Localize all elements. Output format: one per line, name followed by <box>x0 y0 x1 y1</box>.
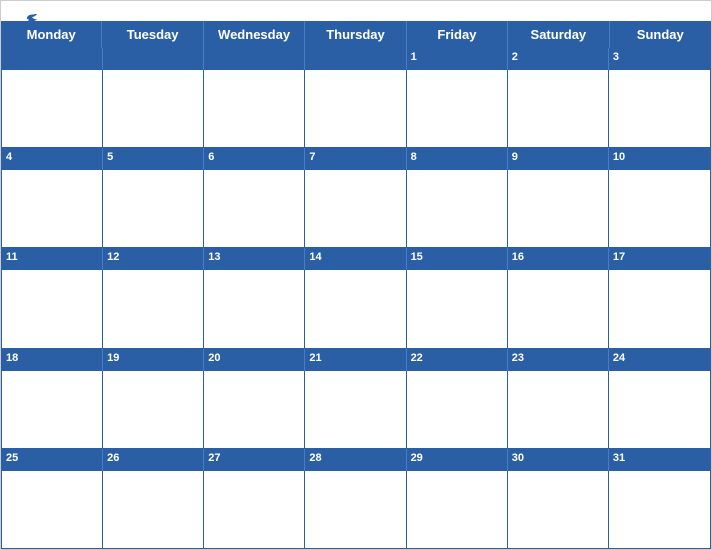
week-day-num: 12 <box>103 248 204 270</box>
calendar-cell <box>204 170 305 247</box>
week-day-num <box>103 48 204 70</box>
calendar-cell <box>2 170 103 247</box>
week-day-num: 29 <box>407 449 508 471</box>
calendar-cell <box>305 70 406 147</box>
calendar-cell <box>204 371 305 448</box>
calendar-cell <box>103 170 204 247</box>
week-day-num: 31 <box>609 449 710 471</box>
week-day-num: 20 <box>204 349 305 371</box>
calendar-cell <box>204 471 305 548</box>
week-day-num <box>305 48 406 70</box>
calendar-cell <box>2 70 103 147</box>
week-day-num: 18 <box>2 349 103 371</box>
week-day-num <box>2 48 103 70</box>
week-day-num: 28 <box>305 449 406 471</box>
day-headers: MondayTuesdayWednesdayThursdayFridaySatu… <box>1 21 711 48</box>
calendar-cell <box>508 471 609 548</box>
day-header-thursday: Thursday <box>305 21 406 48</box>
logo-bird-icon <box>23 11 41 29</box>
calendar-header <box>1 1 711 21</box>
week-day-num: 21 <box>305 349 406 371</box>
calendar-cell <box>103 70 204 147</box>
week-row-1: 123 <box>2 48 710 148</box>
week-row-2: 45678910 <box>2 148 710 248</box>
week-day-num: 13 <box>204 248 305 270</box>
calendar-grid: 1234567891011121314151617181920212223242… <box>1 48 711 549</box>
calendar-cell <box>204 270 305 347</box>
calendar-cell <box>2 270 103 347</box>
day-header-monday: Monday <box>1 21 102 48</box>
week-day-num: 6 <box>204 148 305 170</box>
calendar-cell <box>103 371 204 448</box>
calendar-cell <box>2 371 103 448</box>
week-day-num: 9 <box>508 148 609 170</box>
calendar-cell <box>508 70 609 147</box>
week-day-num: 1 <box>407 48 508 70</box>
week-day-num: 26 <box>103 449 204 471</box>
day-header-wednesday: Wednesday <box>204 21 305 48</box>
calendar-cell <box>609 70 710 147</box>
day-header-sunday: Sunday <box>610 21 711 48</box>
calendar-cell <box>305 371 406 448</box>
week-day-num: 17 <box>609 248 710 270</box>
calendar-cell <box>204 70 305 147</box>
logo <box>21 11 41 29</box>
calendar-cell <box>2 471 103 548</box>
week-row-4: 18192021222324 <box>2 349 710 449</box>
calendar-cell <box>407 471 508 548</box>
calendar-cell <box>609 270 710 347</box>
week-day-num: 27 <box>204 449 305 471</box>
calendar-cell <box>305 471 406 548</box>
calendar-cell <box>609 471 710 548</box>
calendar-container: MondayTuesdayWednesdayThursdayFridaySatu… <box>0 0 712 550</box>
calendar-cell <box>407 371 508 448</box>
week-day-num: 23 <box>508 349 609 371</box>
week-day-num: 24 <box>609 349 710 371</box>
week-day-num: 25 <box>2 449 103 471</box>
calendar-cell <box>508 270 609 347</box>
calendar-cell <box>103 270 204 347</box>
week-day-num: 15 <box>407 248 508 270</box>
calendar-cell <box>305 170 406 247</box>
week-day-num: 14 <box>305 248 406 270</box>
week-day-num: 2 <box>508 48 609 70</box>
week-day-num: 11 <box>2 248 103 270</box>
week-day-num: 3 <box>609 48 710 70</box>
calendar-cell <box>407 270 508 347</box>
calendar-cell <box>407 170 508 247</box>
week-day-num: 4 <box>2 148 103 170</box>
week-day-num: 8 <box>407 148 508 170</box>
calendar-cell <box>609 170 710 247</box>
week-day-num <box>204 48 305 70</box>
calendar-cell <box>508 170 609 247</box>
week-day-num: 5 <box>103 148 204 170</box>
week-day-num: 19 <box>103 349 204 371</box>
week-row-5: 25262728293031 <box>2 449 710 548</box>
day-header-saturday: Saturday <box>508 21 609 48</box>
week-day-num: 16 <box>508 248 609 270</box>
calendar-cell <box>103 471 204 548</box>
week-day-num: 7 <box>305 148 406 170</box>
week-day-num: 22 <box>407 349 508 371</box>
day-header-friday: Friday <box>407 21 508 48</box>
day-header-tuesday: Tuesday <box>102 21 203 48</box>
week-day-num: 10 <box>609 148 710 170</box>
week-row-3: 11121314151617 <box>2 248 710 348</box>
calendar-cell <box>508 371 609 448</box>
week-day-num: 30 <box>508 449 609 471</box>
calendar-cell <box>305 270 406 347</box>
calendar-cell <box>609 371 710 448</box>
calendar-cell <box>407 70 508 147</box>
